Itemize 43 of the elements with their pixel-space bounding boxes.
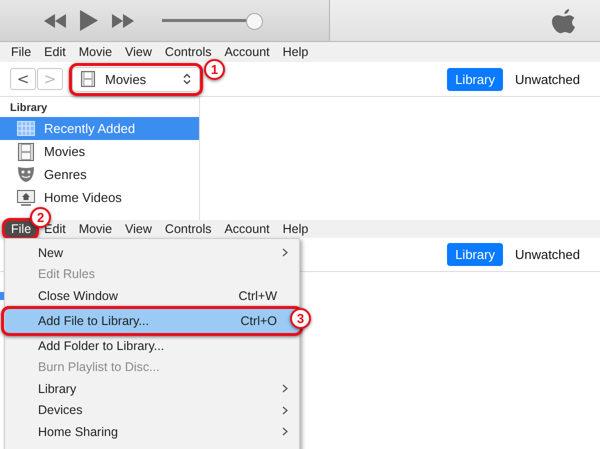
sidebar-item[interactable]: Movies — [0, 140, 199, 163]
rewind-icon[interactable] — [44, 14, 66, 28]
menu-entry[interactable]: Close Window Ctrl+W — [5, 285, 299, 307]
grid-icon — [17, 121, 35, 136]
play-icon[interactable] — [80, 10, 98, 31]
menu-entry[interactable]: Home Sharing — [5, 421, 299, 443]
menu-item[interactable]: Account — [218, 44, 276, 60]
menu-item[interactable]: Account — [218, 221, 276, 237]
view-tab[interactable]: Unwatched — [506, 68, 588, 90]
menu-item[interactable]: Movie — [72, 44, 118, 60]
callout-badge: 3 — [290, 308, 311, 329]
menu-item[interactable]: Help — [276, 221, 314, 237]
menu-item[interactable]: Controls — [158, 221, 218, 237]
fast-forward-icon[interactable] — [112, 14, 134, 28]
menu-item[interactable]: Help — [276, 44, 314, 60]
media-dropdown[interactable]: Movies — [72, 66, 200, 92]
sidebar-item[interactable]: Home Videos — [0, 186, 199, 209]
menu-entry[interactable]: Library — [5, 378, 299, 400]
menu-item[interactable]: Edit — [38, 44, 72, 60]
menu-item[interactable]: Controls — [158, 44, 218, 60]
menu-item[interactable]: View — [119, 44, 158, 60]
menu-entry[interactable]: New — [5, 242, 299, 264]
updown-caret-icon — [183, 73, 191, 85]
menu-entry[interactable]: Devices — [5, 400, 299, 422]
theater-masks-icon — [17, 166, 35, 183]
view-tab[interactable]: Library — [447, 68, 503, 90]
film-icon — [18, 142, 34, 160]
back-button[interactable]: < — [10, 68, 36, 90]
film-icon — [81, 71, 95, 87]
sidebar-heading: Library — [9, 102, 48, 116]
menu-entry[interactable]: Add Folder to Library... — [5, 334, 299, 356]
shortcut-label: Ctrl+O — [240, 314, 277, 328]
view-tab[interactable]: Unwatched — [506, 243, 588, 266]
menu-item[interactable]: Movie — [72, 221, 118, 237]
shortcut-label: Ctrl+W — [238, 288, 277, 303]
selected-row — [0, 292, 4, 300]
slider-thumb[interactable] — [246, 13, 264, 30]
home-screen-icon — [17, 190, 35, 206]
view-tab[interactable]: Library — [447, 243, 503, 266]
menu-item[interactable]: File — [5, 221, 38, 237]
menu-item[interactable]: File — [5, 44, 38, 60]
menu-item[interactable]: View — [119, 221, 158, 237]
sidebar-item[interactable]: Genres — [0, 163, 199, 186]
